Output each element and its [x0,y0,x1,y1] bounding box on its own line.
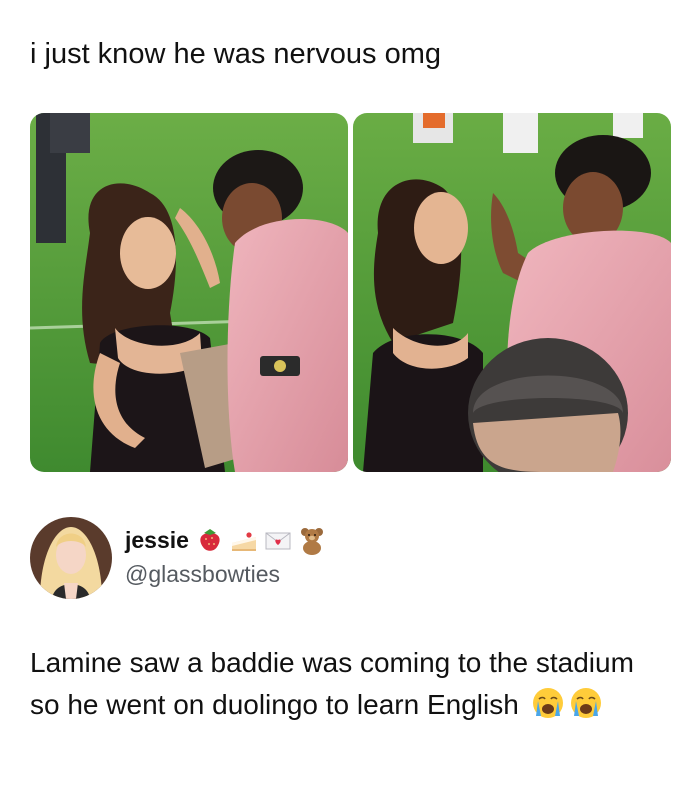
crying-face-icon [531,686,565,720]
post-caption: i just know he was nervous omg [30,38,442,70]
teddy-bear-icon [297,525,327,555]
crying-face-icon [569,686,603,720]
name-emojis [195,525,327,555]
display-name[interactable]: jessie [125,527,189,554]
photo-left[interactable] [30,113,348,472]
user-handle[interactable]: @glassbowties [125,561,280,588]
photo-right-image [353,113,671,472]
love-letter-icon [263,525,293,555]
tweet-text: Lamine saw a baddie was coming to the st… [30,642,650,726]
photo-right[interactable] [353,113,671,472]
strawberry-icon [195,525,225,555]
avatar-image [30,517,112,599]
cake-icon [229,525,259,555]
avatar[interactable] [30,517,112,599]
photo-left-image [30,113,348,472]
name-row: jessie [125,525,327,555]
